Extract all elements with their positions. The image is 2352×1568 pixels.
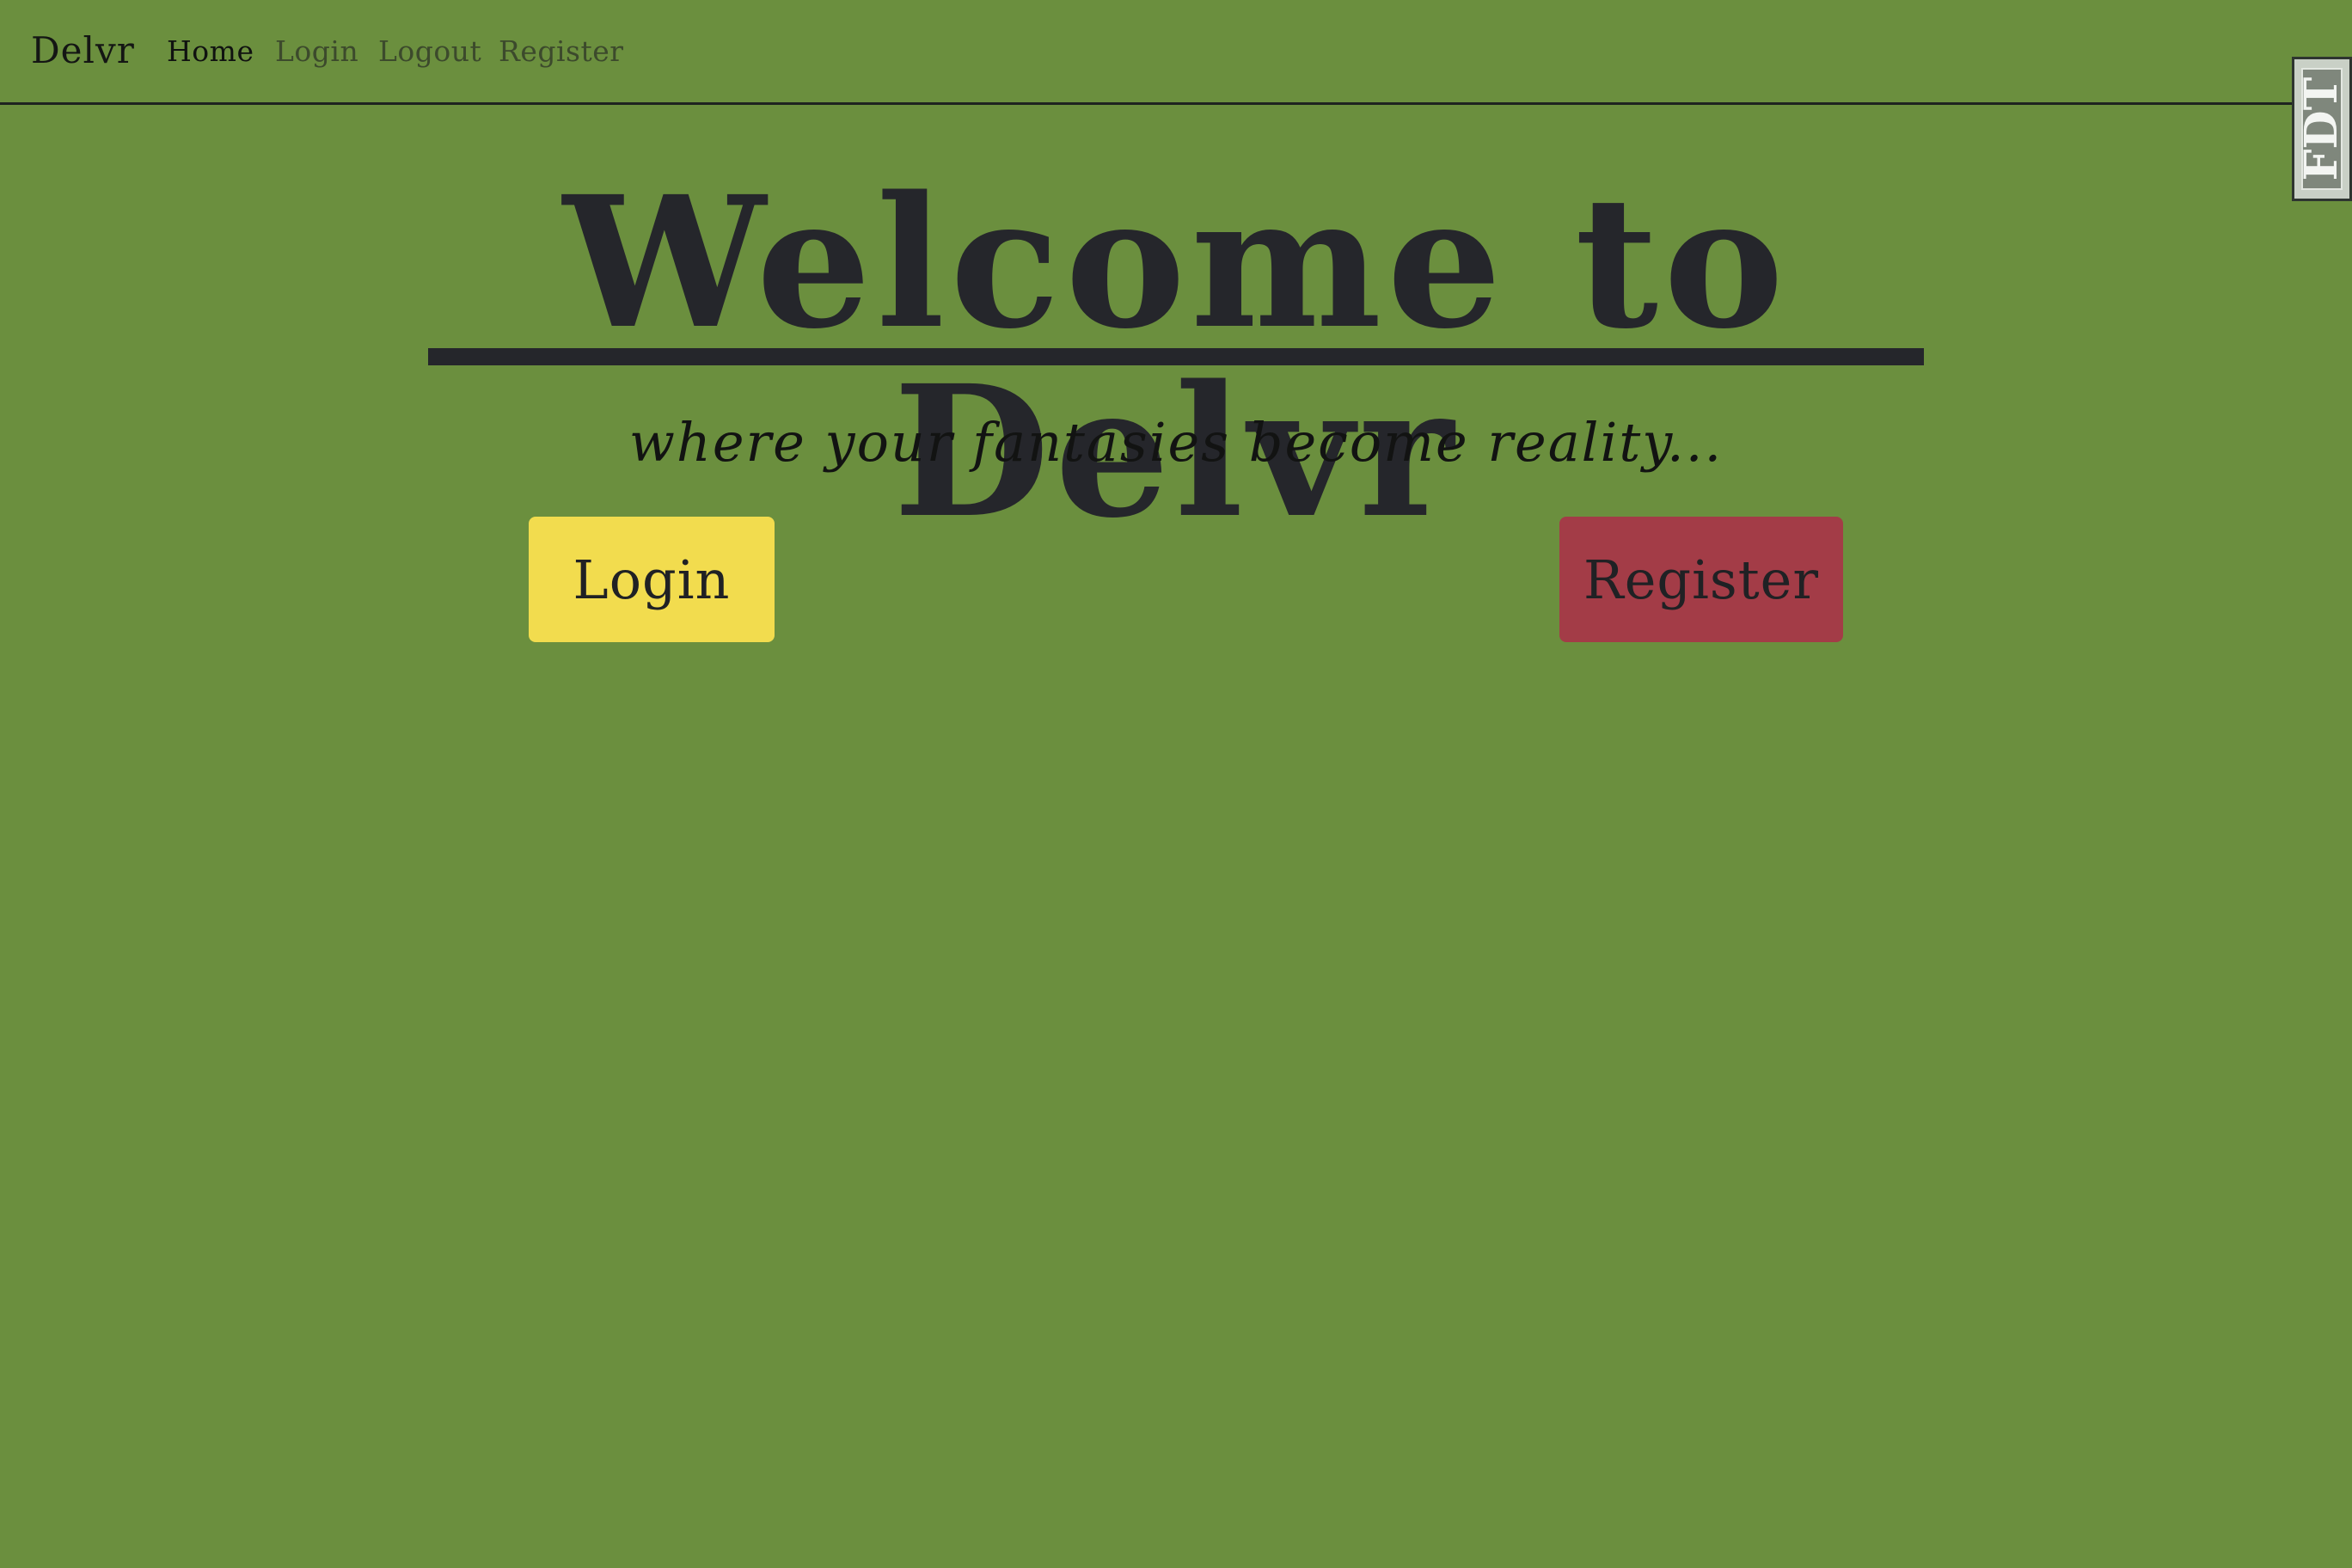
brand-link[interactable]: Delvr: [31, 26, 135, 76]
nav-link-logout[interactable]: Logout: [378, 32, 481, 71]
login-button[interactable]: Login: [529, 517, 775, 642]
nav-link-home[interactable]: Home: [167, 32, 254, 71]
title-underline: [428, 348, 1924, 365]
nav-link-register[interactable]: Register: [499, 32, 624, 71]
debug-toolbar-toggle[interactable]: FDT: [2292, 57, 2352, 201]
top-navbar: Delvr Home Login Logout Register: [0, 0, 2352, 105]
register-button[interactable]: Register: [1559, 517, 1843, 642]
tagline: where your fantasies become reality...: [628, 411, 1724, 474]
nav-link-login[interactable]: Login: [275, 32, 358, 71]
debug-toolbar-toggle-inner: FDT: [2295, 68, 2348, 190]
debug-toolbar-label: FDT: [2295, 77, 2348, 181]
